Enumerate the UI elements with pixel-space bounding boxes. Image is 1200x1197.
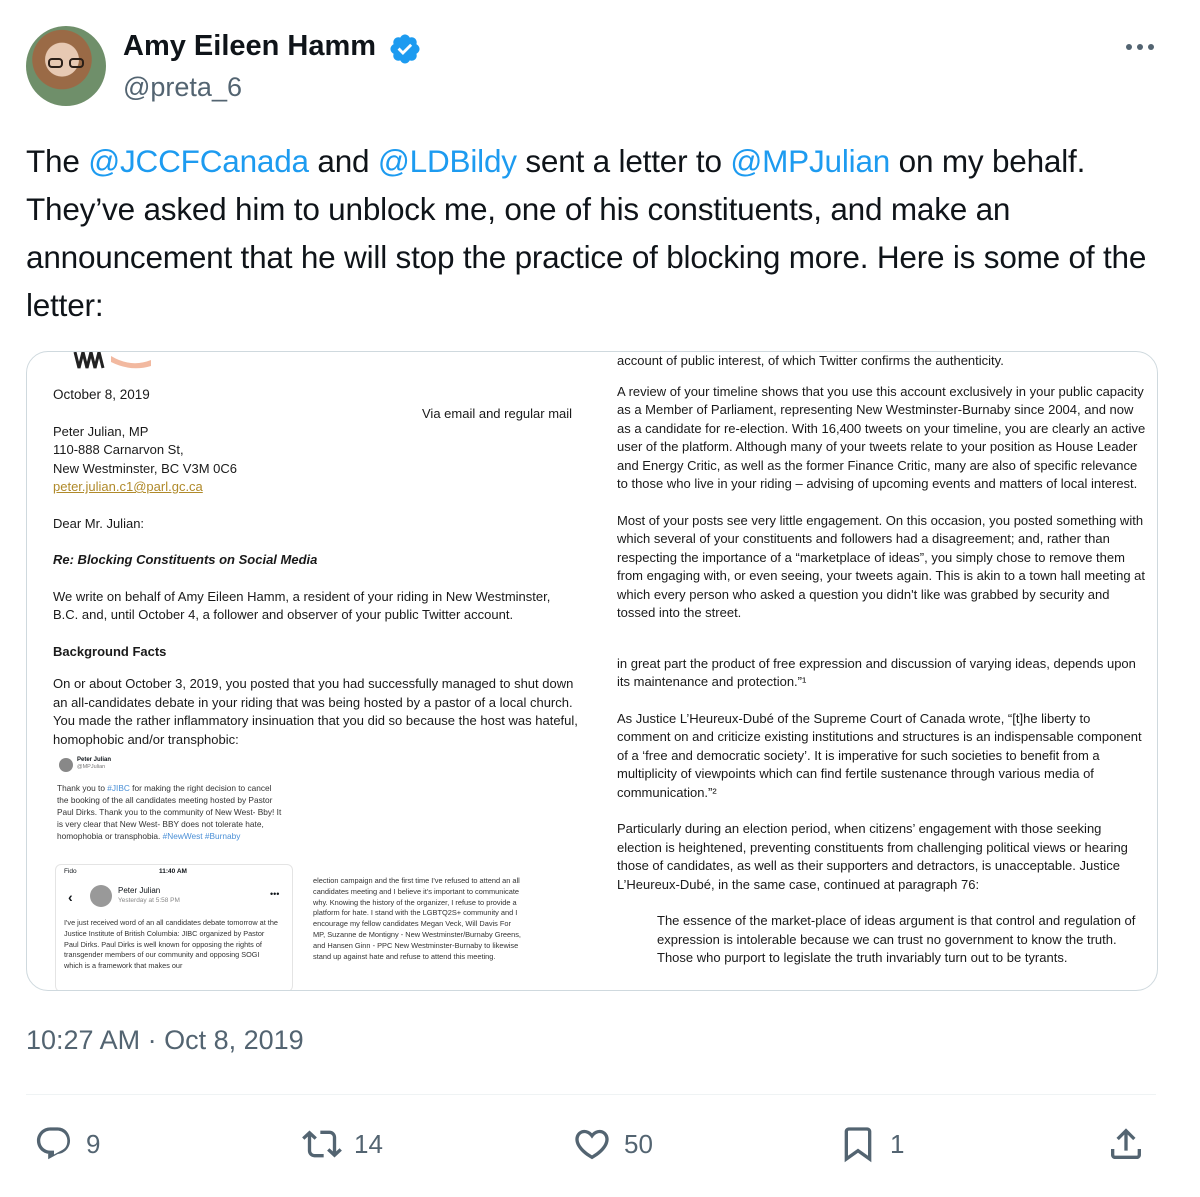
letter-date: October 8, 2019 (53, 387, 150, 402)
like-count: 50 (624, 1128, 653, 1159)
letter-paragraph: in great part the product of free expres… (617, 655, 1136, 690)
bookmark-button[interactable]: 1 (838, 1120, 904, 1168)
attached-letter-image[interactable]: October 8, 2019 Via email and regular ma… (26, 351, 1158, 991)
heart-icon (575, 1129, 609, 1160)
repost-count: 14 (354, 1128, 383, 1159)
author-handle[interactable]: @preta_6 (123, 72, 242, 103)
letter-delivery-method: Via email and regular mail (422, 406, 573, 421)
reply-count: 9 (86, 1128, 101, 1159)
letter-paragraph: We write on behalf of Amy Eileen Hamm, a… (53, 588, 551, 623)
embedded-tweet-text-part: Thank you to (57, 783, 108, 793)
tweet-text-segment: and (308, 143, 378, 179)
bookmark-icon (844, 1127, 872, 1163)
author-avatar[interactable] (26, 26, 106, 106)
repost-button[interactable]: 14 (302, 1120, 383, 1168)
mention-link-mpjulian[interactable]: @MPJulian (730, 143, 890, 179)
facebook-post-avatar (90, 885, 112, 907)
author-name[interactable]: Amy Eileen Hamm (123, 30, 376, 63)
tweet-text-segment: sent a letter to (516, 143, 731, 179)
phone-carrier: Fido (64, 868, 77, 875)
facebook-post-continuation: election campaign and the first time I'v… (313, 876, 521, 961)
share-button[interactable] (1106, 1120, 1146, 1168)
letter-paragraph: A review of your timeline shows that you… (617, 383, 1146, 492)
facebook-post-name: Peter Julian (118, 886, 161, 895)
embedded-tweet-name: Peter Julian (77, 757, 112, 763)
embedded-tweet-screenshot: Peter Julian @MPJulian Thank you to #JIB… (55, 752, 291, 856)
back-chevron-icon: ‹ (68, 889, 73, 905)
avatar-glasses (48, 58, 86, 68)
reply-icon (36, 1127, 71, 1160)
mention-link-jccfcanada[interactable]: @JCCFCanada (88, 143, 309, 179)
tweet-text-segment: The (26, 143, 89, 179)
letter-paragraph: Most of your posts see very little engag… (617, 512, 1145, 621)
letter-paragraph: As Justice L’Heureux-Dubé of the Supreme… (617, 710, 1142, 800)
embedded-tweet-hashtag: #JIBC (107, 783, 130, 793)
phone-time: 11:40 AM (159, 868, 187, 875)
letter-paragraph: On or about October 3, 2019, you posted … (53, 676, 578, 747)
reply-button[interactable]: 9 (34, 1120, 100, 1168)
letterhead-logo-fragment (73, 352, 151, 369)
letter-block-quote: The essence of the market-place of ideas… (657, 913, 1136, 965)
verified-badge-icon[interactable] (388, 32, 422, 66)
embedded-tweet-hashtags: #NewWest #Burnaby (162, 831, 241, 841)
letter-left-page: October 8, 2019 Via email and regular ma… (53, 386, 578, 749)
share-icon (1111, 1128, 1141, 1159)
letter-heading: Background Facts (53, 643, 167, 659)
embedded-tweet-avatar (59, 758, 73, 772)
facebook-post-time: Yesterday at 5:58 PM (118, 897, 180, 904)
facebook-post-text: I've just received word of an all candid… (64, 918, 278, 971)
repost-icon (302, 1130, 342, 1158)
letter-email: peter.julian.c1@parl.gc.ca (53, 479, 203, 494)
bookmark-count: 1 (890, 1128, 905, 1159)
letter-right-page: account of public interest, of which Twi… (617, 352, 1147, 968)
facebook-more-icon: ••• (270, 889, 280, 899)
letter-address-line-3: New Westminster, BC V3M 0C6 (53, 460, 237, 476)
letter-address-line-2: 110-888 Carnarvon St, (53, 442, 184, 457)
embedded-tweet-handle: @MPJulian (77, 764, 106, 770)
tweet-timestamp[interactable]: 10:27 AM · Oct 8, 2019 (26, 1025, 304, 1056)
letter-salutation: Dear Mr. Julian: (53, 515, 145, 531)
mention-link-ldbildy[interactable]: @LDBildy (378, 143, 517, 179)
embedded-tweet-text: Thank you to #JIBC for making the right … (57, 782, 285, 842)
tweet-text: The @JCCFCanada and @LDBildy sent a lett… (26, 137, 1166, 329)
divider (26, 1094, 1156, 1095)
letter-subject: Re: Blocking Constituents on Social Medi… (53, 552, 318, 567)
like-button[interactable]: 50 (572, 1120, 653, 1168)
letter-right-top-line: account of public interest, of which Twi… (617, 353, 1004, 368)
letter-paragraph: Particularly during an election period, … (617, 821, 1128, 892)
more-options-icon[interactable] (1120, 32, 1160, 62)
letter-address-line-1: Peter Julian, MP (53, 423, 149, 439)
embedded-facebook-screenshot: Fido 11:40 AM ‹ Peter Julian Yesterday a… (55, 864, 293, 990)
